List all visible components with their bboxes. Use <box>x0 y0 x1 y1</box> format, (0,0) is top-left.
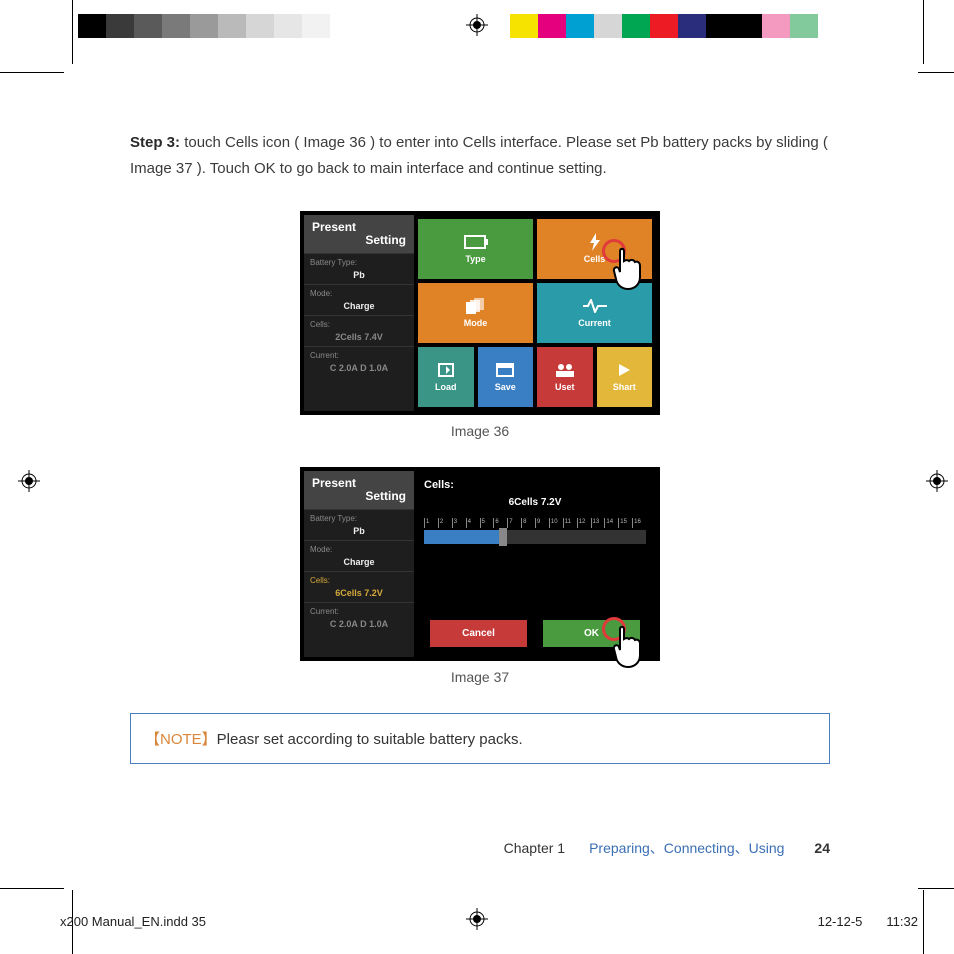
slider-ruler: 12345678910111213141516 <box>424 518 646 528</box>
panel-title: Present Setting <box>304 215 414 253</box>
row-current: Current: C 2.0A D 1.0A <box>304 346 414 377</box>
chapter-label: Chapter 1 <box>504 840 565 856</box>
registration-mark-icon <box>926 470 948 492</box>
image-36-caption: Image 36 <box>130 423 830 439</box>
colorbar-left <box>78 14 414 38</box>
slider-thumb[interactable] <box>499 528 507 546</box>
row-mode: Mode: Charge <box>304 284 414 315</box>
registration-mark-icon <box>18 470 40 492</box>
panel-title: Present Setting <box>304 471 414 509</box>
page-number: 24 <box>814 840 830 856</box>
mode-button[interactable]: Mode <box>418 283 533 343</box>
cells-button[interactable]: Cells <box>537 219 652 279</box>
play-icon <box>612 362 636 378</box>
battery-icon <box>464 234 488 250</box>
chapter-footer: Chapter 1 Preparing、Connecting、Using 24 <box>130 838 830 858</box>
colorbar-right <box>510 14 846 38</box>
users-icon <box>553 362 577 378</box>
note-tag: 【NOTE】 <box>145 731 217 748</box>
stack-icon <box>464 298 488 314</box>
uset-button[interactable]: Uset <box>537 347 593 407</box>
indd-date: 12-12-5 <box>818 914 863 929</box>
cells-reading: 6Cells 7.2V <box>420 497 650 508</box>
chapter-topic: Preparing、Connecting、Using <box>589 838 784 858</box>
note-box: 【NOTE】Pleasr set according to suitable b… <box>130 713 830 764</box>
cancel-button[interactable]: Cancel <box>430 620 527 647</box>
pulse-icon <box>583 298 607 314</box>
side-panel: Present Setting Battery Type:Pb Mode:Cha… <box>304 471 414 657</box>
side-panel: Present Setting Battery Type: Pb Mode: C… <box>304 215 414 411</box>
save-button[interactable]: Save <box>478 347 534 407</box>
row-cells: Cells: 2Cells 7.4V <box>304 315 414 346</box>
indd-time: 11:32 <box>886 914 918 929</box>
indd-file: x200 Manual_EN.indd 35 <box>60 914 206 929</box>
indesign-slug: x200 Manual_EN.indd 35 12-12-5 11:32 <box>60 914 918 929</box>
step-label: Step 3: <box>130 134 180 151</box>
type-button[interactable]: Type <box>418 219 533 279</box>
screenshot-image-36: Present Setting Battery Type: Pb Mode: C… <box>300 211 660 415</box>
screenshot-image-37: Present Setting Battery Type:Pb Mode:Cha… <box>300 467 660 661</box>
registration-mark-icon <box>466 14 488 36</box>
step-paragraph: Step 3: touch Cells icon ( Image 36 ) to… <box>130 130 830 181</box>
cells-title: Cells: <box>424 479 650 491</box>
image-37-caption: Image 37 <box>130 669 830 685</box>
step-text: touch Cells icon ( Image 36 ) to enter i… <box>130 134 828 177</box>
cells-slider[interactable] <box>424 530 646 544</box>
note-text: Pleasr set according to suitable battery… <box>217 731 523 748</box>
load-button[interactable]: Load <box>418 347 474 407</box>
shart-button[interactable]: Shart <box>597 347 653 407</box>
bolt-icon <box>583 234 607 250</box>
ok-button[interactable]: OK <box>543 620 640 647</box>
row-battery-type: Battery Type: Pb <box>304 253 414 284</box>
current-button[interactable]: Current <box>537 283 652 343</box>
load-icon <box>434 362 458 378</box>
save-icon <box>493 362 517 378</box>
